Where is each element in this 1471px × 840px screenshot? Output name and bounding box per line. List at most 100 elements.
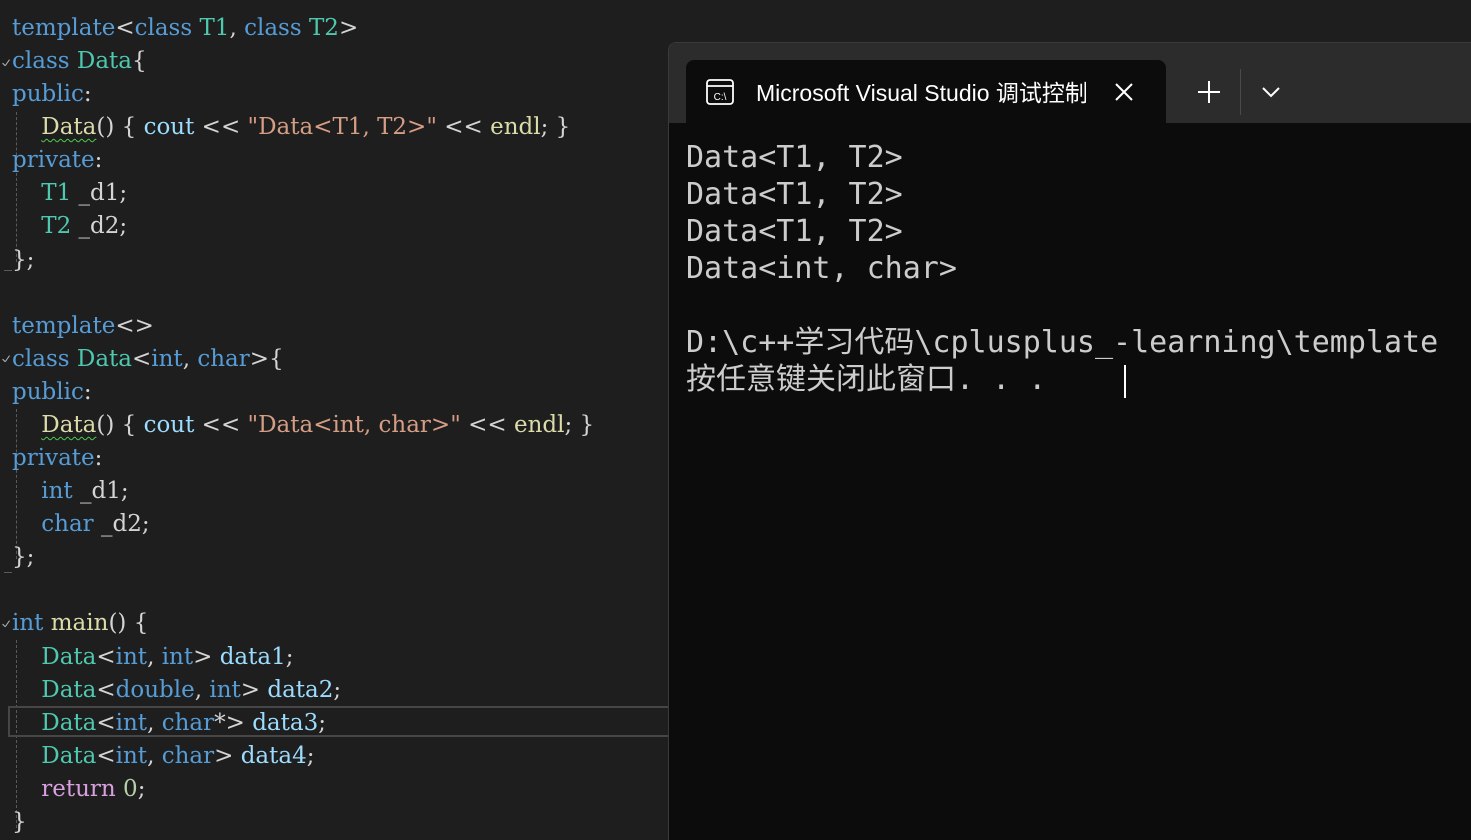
code-line[interactable]: Data<int, char> data4;: [12, 740, 314, 773]
code-token: <: [96, 742, 116, 769]
code-token: Data: [41, 643, 97, 670]
code-token: Data: [41, 709, 97, 736]
code-token: >: [214, 742, 241, 769]
code-token: data3: [252, 709, 319, 736]
code-line[interactable]: char _d2;: [12, 508, 149, 541]
tab-bar: C:\ Microsoft Visual Studio 调试控制台: [669, 43, 1471, 124]
code-line[interactable]: };: [12, 244, 34, 277]
code-line[interactable]: }: [12, 806, 27, 839]
close-icon[interactable]: [1110, 78, 1138, 106]
code-token: };: [12, 544, 35, 571]
code-line[interactable]: Data<int, char*> data3;: [12, 707, 326, 740]
code-token: Data: [41, 114, 97, 141]
code-token: () {: [108, 610, 149, 637]
code-token: main: [50, 610, 109, 637]
console-output-line: Data<int, char>: [686, 251, 957, 286]
code-token: T1: [41, 180, 72, 207]
code-token: endl: [490, 114, 541, 141]
tab-title: Microsoft Visual Studio 调试控制台: [756, 80, 1086, 106]
code-line[interactable]: private:: [12, 442, 102, 475]
code-token: "Data<int, char>": [247, 411, 461, 438]
code-line[interactable]: T2 _d2;: [12, 210, 127, 243]
code-line[interactable]: return 0;: [12, 773, 145, 806]
code-token: public: [12, 81, 84, 108]
scope-end-marker: [4, 572, 12, 573]
code-token: private: [12, 445, 95, 472]
desktop-capture: template<class T1, class T2> class Data{p…: [0, 0, 1471, 840]
code-line[interactable]: class Data<int, char>{: [12, 343, 284, 376]
code-token: >{: [249, 345, 284, 372]
chevron-down-icon[interactable]: [1253, 74, 1289, 110]
code-token: int: [209, 676, 241, 703]
code-line[interactable]: template<>: [12, 310, 154, 343]
code-line[interactable]: };: [12, 541, 34, 574]
code-token: <<: [194, 114, 248, 141]
code-token: ,: [229, 15, 245, 41]
code-token: int: [41, 478, 73, 505]
code-line[interactable]: template<class T1, class T2>: [12, 12, 358, 45]
code-token: char: [161, 742, 215, 769]
code-token: T2: [41, 213, 72, 240]
code-token: int: [151, 345, 183, 372]
code-token: int: [115, 709, 148, 736]
console-tab[interactable]: C:\ Microsoft Visual Studio 调试控制台: [686, 60, 1166, 124]
code-token: char: [41, 511, 94, 538]
console-output-line: Data<T1, T2>: [686, 177, 903, 212]
code-token: Data: [41, 676, 97, 703]
code-token: ;: [137, 775, 146, 802]
console-output[interactable]: Data<T1, T2> Data<T1, T2> Data<T1, T2> Data…: [686, 139, 1471, 839]
code-token: ,: [182, 345, 198, 372]
code-line[interactable]: int main() {: [12, 607, 148, 640]
scope-end-marker: [4, 270, 12, 271]
console-output-line: 按任意键关闭此窗口. . .: [686, 362, 1047, 397]
code-token: int: [12, 610, 44, 637]
code-token: Data: [76, 345, 132, 372]
code-line[interactable]: Data() { cout << "Data<int, char>" << en…: [12, 409, 594, 442]
new-tab-plus-icon[interactable]: [1191, 74, 1227, 110]
fold-chevron-icon[interactable]: [1, 352, 11, 366]
code-token: Data: [41, 411, 97, 438]
code-token: T2: [308, 15, 339, 41]
code-token: ;: [333, 676, 342, 703]
code-line[interactable]: T1 _d1;: [12, 177, 127, 210]
code-token: "Data<T1, T2>": [247, 114, 437, 141]
code-token: Data: [76, 48, 132, 75]
code-token: ;: [285, 643, 294, 670]
code-line[interactable]: Data() { cout << "Data<T1, T2>" << endl;…: [12, 111, 570, 144]
code-line[interactable]: Data<int, int> data1;: [12, 641, 293, 674]
code-line[interactable]: public:: [12, 78, 92, 111]
code-token: >: [193, 643, 220, 670]
console-output-line: Data<T1, T2>: [686, 140, 903, 175]
code-token: class: [12, 345, 70, 372]
fold-chevron-icon[interactable]: [1, 617, 11, 631]
code-token: };: [12, 246, 35, 273]
code-line[interactable]: private:: [12, 144, 102, 177]
code-token: >: [338, 15, 359, 41]
code-line[interactable]: Data<double, int> data2;: [12, 674, 341, 707]
code-token: return: [41, 775, 116, 802]
code-token: int: [161, 643, 194, 670]
code-token: private: [12, 147, 95, 174]
code-token: int: [115, 643, 148, 670]
code-token: cout: [143, 411, 195, 438]
code-token: ; }: [540, 114, 571, 141]
code-line[interactable]: class Data{: [12, 45, 147, 78]
code-token: ,: [147, 709, 162, 736]
code-token: <: [96, 643, 116, 670]
code-line[interactable]: int _d1;: [12, 475, 128, 508]
code-editor[interactable]: template<class T1, class T2> class Data{p…: [0, 0, 678, 840]
fold-chevron-icon[interactable]: [1, 56, 11, 70]
console-window[interactable]: C:\ Microsoft Visual Studio 调试控制台 Data<T…: [668, 42, 1471, 840]
code-line[interactable]: public:: [12, 376, 92, 409]
